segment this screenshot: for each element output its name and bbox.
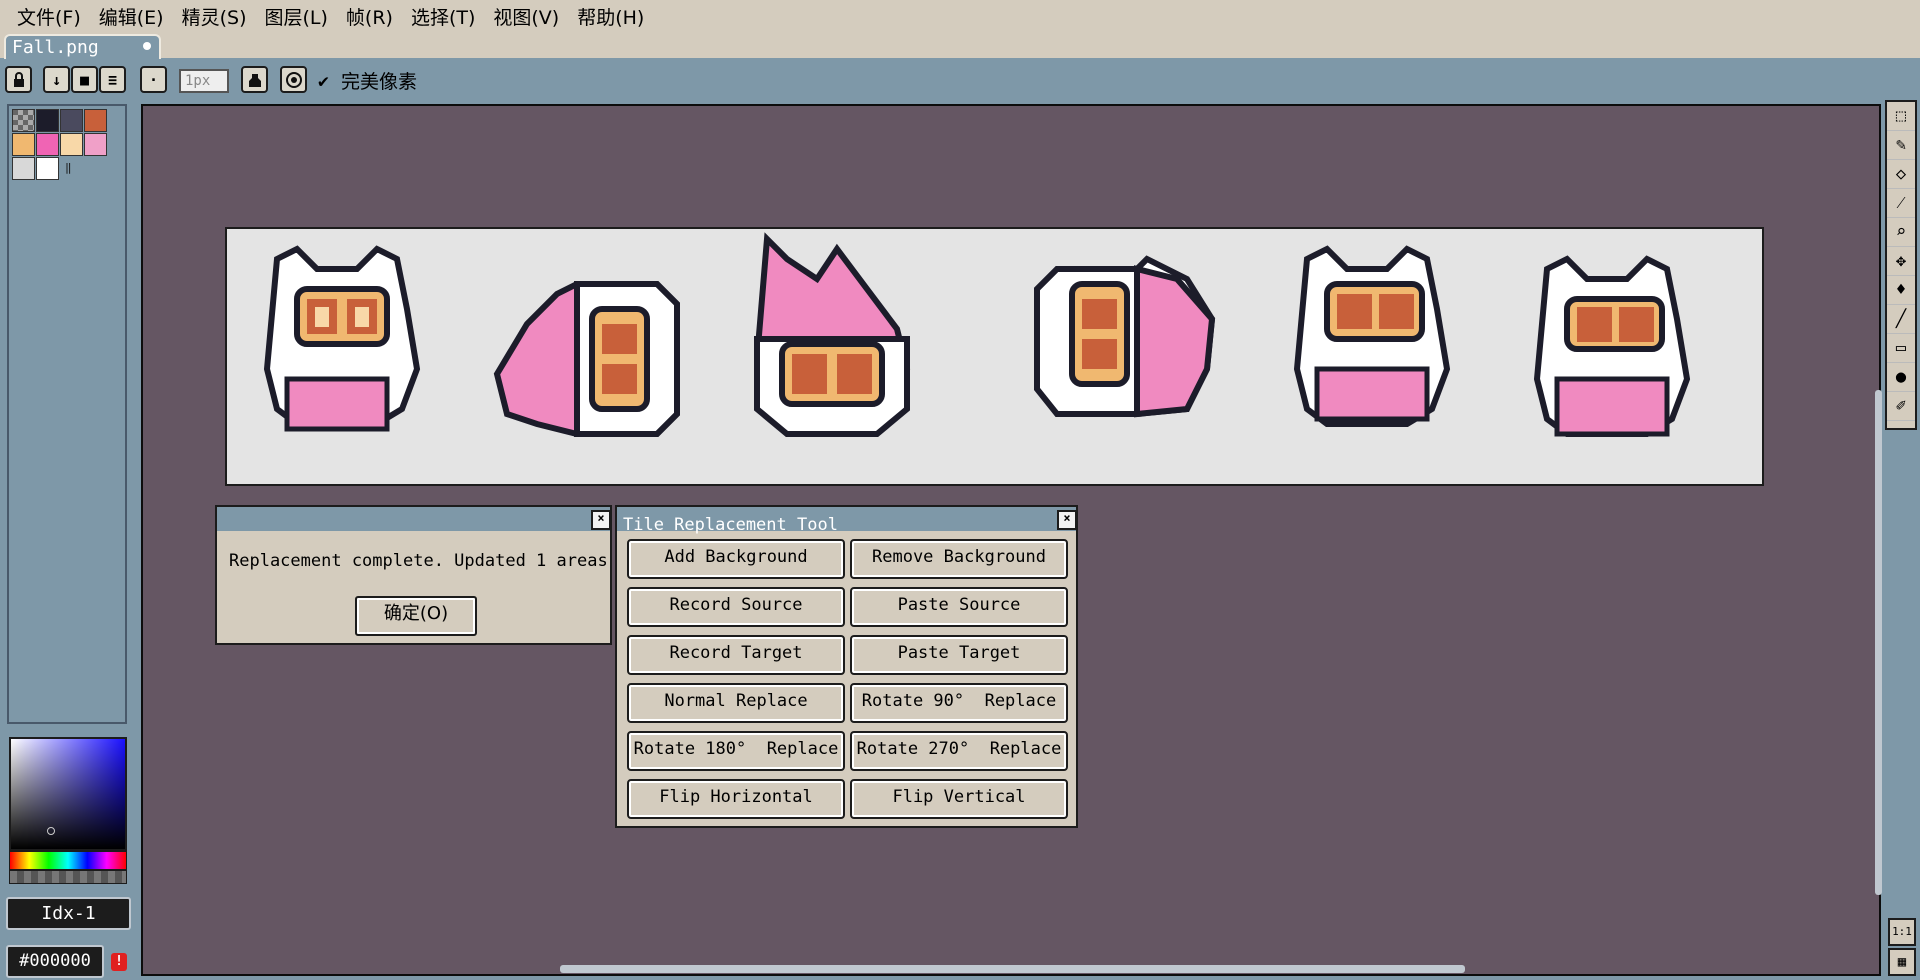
- menu-edit[interactable]: 编辑(E): [90, 0, 173, 36]
- dialog-message: Replacement complete. Updated 1 areas: [229, 551, 608, 571]
- palette-swatch[interactable]: [12, 133, 35, 156]
- add-background-button[interactable]: Add Background: [627, 539, 845, 579]
- hue-slider[interactable]: [9, 851, 127, 870]
- vertical-scrollbar[interactable]: [1875, 390, 1882, 895]
- palette-swatch[interactable]: [12, 157, 35, 180]
- marquee-icon[interactable]: ⬚: [1887, 102, 1915, 131]
- paste-source-button[interactable]: Paste Source: [850, 587, 1068, 627]
- remove-background-button[interactable]: Remove Background: [850, 539, 1068, 579]
- rotate-180-replace-button[interactable]: Rotate 180° Replace: [627, 731, 845, 771]
- sprite-frame-6: [1533, 255, 1691, 437]
- ok-button[interactable]: 确定(O): [355, 596, 477, 636]
- menu-frame[interactable]: 帧(R): [337, 0, 402, 36]
- palette-resize-handle-icon[interactable]: ‖: [65, 161, 72, 174]
- perfect-pixel-label: 完美像素: [341, 71, 418, 93]
- tools-panel: ⬚ ✎ ◇ ⁄ ⌕ ✥ ♦ ╱ ▭ ● ✐: [1885, 100, 1917, 430]
- menu-help[interactable]: 帮助(H): [568, 0, 653, 36]
- rotate-270-replace-button[interactable]: Rotate 270° Replace: [850, 731, 1068, 771]
- perfect-pixel-checkbox[interactable]: ✔: [318, 69, 329, 95]
- palette-swatch[interactable]: [84, 133, 107, 156]
- sprite-frame-3: [753, 232, 911, 437]
- timeline-toggle-icon[interactable]: ▦: [1888, 948, 1916, 976]
- flip-horizontal-button[interactable]: Flip Horizontal: [627, 779, 845, 819]
- line-icon[interactable]: ╱: [1887, 305, 1915, 334]
- contour-icon[interactable]: ✐: [1887, 392, 1915, 421]
- rotate-90-replace-button[interactable]: Rotate 90° Replace: [850, 683, 1068, 723]
- eyedropper-icon[interactable]: ⁄: [1887, 189, 1915, 218]
- move-icon[interactable]: ✥: [1887, 247, 1915, 276]
- flip-vertical-button[interactable]: Flip Vertical: [850, 779, 1068, 819]
- dialog-titlebar[interactable]: [217, 507, 610, 531]
- menu-file[interactable]: 文件(F): [8, 0, 90, 36]
- layer-fill-icon[interactable]: ■: [71, 66, 98, 93]
- tile-panel-title: Tile Replacement Tool: [623, 515, 838, 535]
- palette-swatch[interactable]: [60, 109, 83, 132]
- rectangle-icon[interactable]: ▭: [1887, 334, 1915, 363]
- record-target-button[interactable]: Record Target: [627, 635, 845, 675]
- palette-swatch[interactable]: [84, 109, 107, 132]
- palette-swatch[interactable]: [36, 133, 59, 156]
- color-picker[interactable]: [9, 737, 127, 851]
- hex-color-field[interactable]: #000000: [6, 945, 104, 978]
- warning-icon[interactable]: !: [111, 953, 127, 971]
- replacement-dialog: × Replacement complete. Updated 1 areas …: [215, 505, 612, 645]
- palette-swatch[interactable]: [36, 109, 59, 132]
- menu-layer[interactable]: 图层(L): [256, 0, 337, 36]
- palette-swatch[interactable]: [60, 133, 83, 156]
- dialog-close-icon[interactable]: ×: [591, 510, 611, 530]
- brush-dot-icon[interactable]: ·: [140, 66, 167, 93]
- menu-select[interactable]: 选择(T): [402, 0, 484, 36]
- ellipse-icon[interactable]: ●: [1887, 363, 1915, 392]
- tile-replacement-panel: Tile Replacement Tool × Add Background R…: [615, 505, 1078, 828]
- tab-bar: [0, 36, 1920, 58]
- tile-panel-close-icon[interactable]: ×: [1057, 510, 1077, 530]
- lock-icon[interactable]: [5, 66, 32, 93]
- eraser-icon[interactable]: ◇: [1887, 160, 1915, 189]
- palette-panel: ‖: [7, 104, 127, 724]
- palette-swatch-transparent[interactable]: [12, 109, 35, 132]
- sprite-frame-4: [1034, 255, 1216, 418]
- fill-icon[interactable]: ♦: [1887, 276, 1915, 305]
- layer-menu-icon[interactable]: ≡: [99, 66, 126, 93]
- sprite-frame-5: [1293, 245, 1451, 427]
- ink-icon[interactable]: [241, 66, 268, 93]
- sprite-frame-1: [263, 245, 421, 432]
- palette-swatch[interactable]: [36, 157, 59, 180]
- zoom-icon[interactable]: ⌕: [1887, 218, 1915, 247]
- menu-view[interactable]: 视图(V): [484, 0, 568, 36]
- sprite-frame-2: [493, 281, 680, 437]
- alpha-slider[interactable]: [9, 870, 127, 884]
- menu-bar: 文件(F) 编辑(E) 精灵(S) 图层(L) 帧(R) 选择(T) 视图(V)…: [0, 0, 1920, 36]
- tab-file[interactable]: Fall.png: [4, 34, 161, 59]
- merge-down-icon[interactable]: ↓: [43, 66, 70, 93]
- tab-filename: Fall.png: [12, 37, 99, 58]
- pencil-icon[interactable]: ✎: [1887, 131, 1915, 160]
- paste-target-button[interactable]: Paste Target: [850, 635, 1068, 675]
- symmetry-icon[interactable]: [280, 66, 307, 93]
- color-index-label[interactable]: Idx-1: [6, 897, 131, 930]
- brush-size-input[interactable]: 1px: [179, 69, 229, 93]
- normal-replace-button[interactable]: Normal Replace: [627, 683, 845, 723]
- zoom-one-to-one-button[interactable]: 1:1: [1888, 918, 1916, 946]
- horizontal-scrollbar[interactable]: [560, 965, 1465, 973]
- menu-sprite[interactable]: 精灵(S): [173, 0, 256, 36]
- record-source-button[interactable]: Record Source: [627, 587, 845, 627]
- unsaved-dot-icon[interactable]: [143, 42, 151, 50]
- color-picker-cursor-icon[interactable]: [47, 827, 55, 835]
- sprite-sheet[interactable]: [225, 227, 1764, 486]
